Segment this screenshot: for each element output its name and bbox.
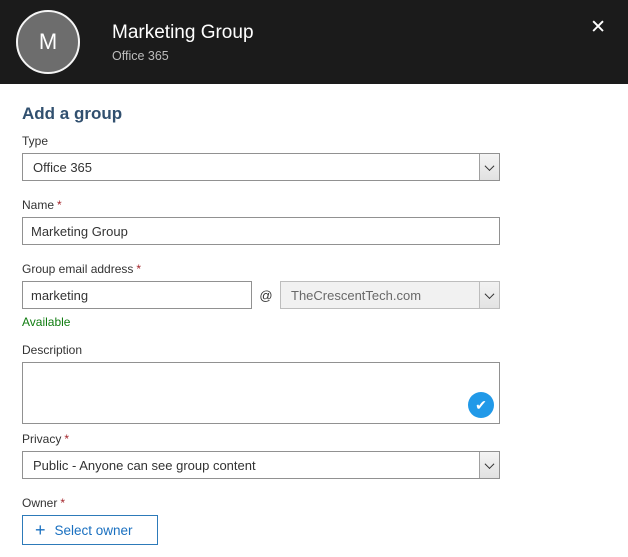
chevron-down-icon [479,154,499,180]
panel-title: Marketing Group [112,21,254,43]
privacy-label: Privacy * [22,432,500,446]
chevron-down-icon [479,282,499,308]
type-select[interactable]: Office 365 [22,153,500,181]
availability-status: Available [22,315,71,329]
description-label: Description [22,343,500,357]
email-required-marker: * [136,262,142,276]
privacy-label-text: Privacy [22,432,62,446]
valid-check-badge: ✔ [468,392,494,418]
owner-label: Owner * [22,496,500,510]
email-field-group: Group email address* @ TheCrescentTech.c… [22,262,500,329]
email-row: @ TheCrescentTech.com [22,281,500,309]
domain-select[interactable]: TheCrescentTech.com [280,281,500,309]
select-owner-button[interactable]: + Select owner [22,515,158,545]
domain-select-value: TheCrescentTech.com [291,287,422,303]
header-text: Marketing Group Office 365 [112,22,254,63]
description-textarea[interactable] [22,362,500,424]
chevron-down-icon [479,452,499,478]
avatar: M [16,10,80,74]
name-required-marker: * [57,198,62,212]
type-field-group: Type Office 365 [22,134,500,181]
owner-label-text: Owner [22,496,58,510]
panel-subtitle: Office 365 [112,48,169,63]
select-owner-label: Select owner [54,522,133,538]
privacy-required-marker: * [64,432,70,446]
name-input[interactable] [22,217,500,245]
name-label: Name * [22,198,500,212]
description-label-text: Description [22,343,83,357]
type-select-value: Office 365 [33,159,93,175]
plus-icon: + [35,520,46,540]
name-label-text: Name [22,198,55,212]
check-icon: ✔ [475,396,487,413]
close-icon: ✕ [590,17,606,38]
owner-required-marker: * [60,496,66,510]
type-label-text: Type [22,134,49,148]
email-label: Group email address * [22,262,500,276]
privacy-select-value: Public - Anyone can see group content [33,457,256,473]
privacy-select[interactable]: Public - Anyone can see group content [22,451,500,479]
description-field-group: Description ✔ [22,343,500,424]
privacy-field-group: Privacy * Public - Anyone can see group c… [22,432,500,479]
close-button[interactable]: ✕ [586,14,610,41]
name-field-group: Name * [22,198,500,245]
add-group-form: Add a group Type Office 365 Name* Group … [22,104,500,545]
type-label: Type [22,134,500,148]
at-symbol: @ [259,287,273,303]
panel-header: M Marketing Group Office 365 ✕ [0,0,628,84]
description-wrapper: ✔ [22,362,500,424]
email-local-input[interactable] [22,281,252,309]
add-group-panel: M Marketing Group Office 365 ✕ Add a gro… [0,0,628,545]
page-title: Add a group [22,104,123,123]
owner-field-group: Owner * + Select owner [22,496,500,545]
avatar-letter: M [38,29,58,54]
email-label-text: Group email address [22,262,134,276]
